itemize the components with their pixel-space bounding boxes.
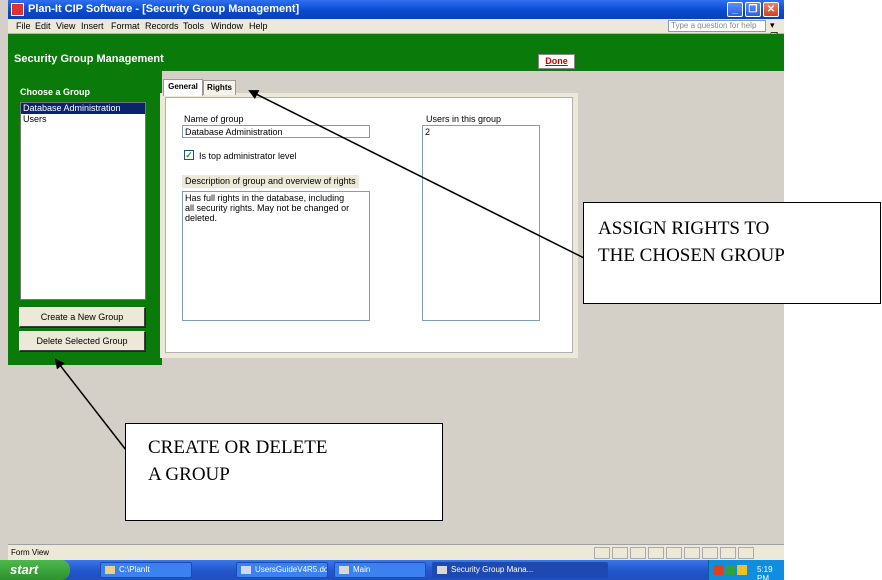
group-arrow <box>54 358 127 451</box>
rights-arrow <box>248 90 585 259</box>
callout-line: A GROUP <box>148 464 230 485</box>
group-callout: CREATE OR DELETE A GROUP <box>125 423 443 521</box>
callout-line: THE CHOSEN GROUP <box>598 245 785 266</box>
callout-line: CREATE OR DELETE <box>148 437 328 458</box>
rights-callout: ASSIGN RIGHTS TO THE CHOSEN GROUP <box>583 202 881 304</box>
callout-line: ASSIGN RIGHTS TO <box>598 218 770 239</box>
